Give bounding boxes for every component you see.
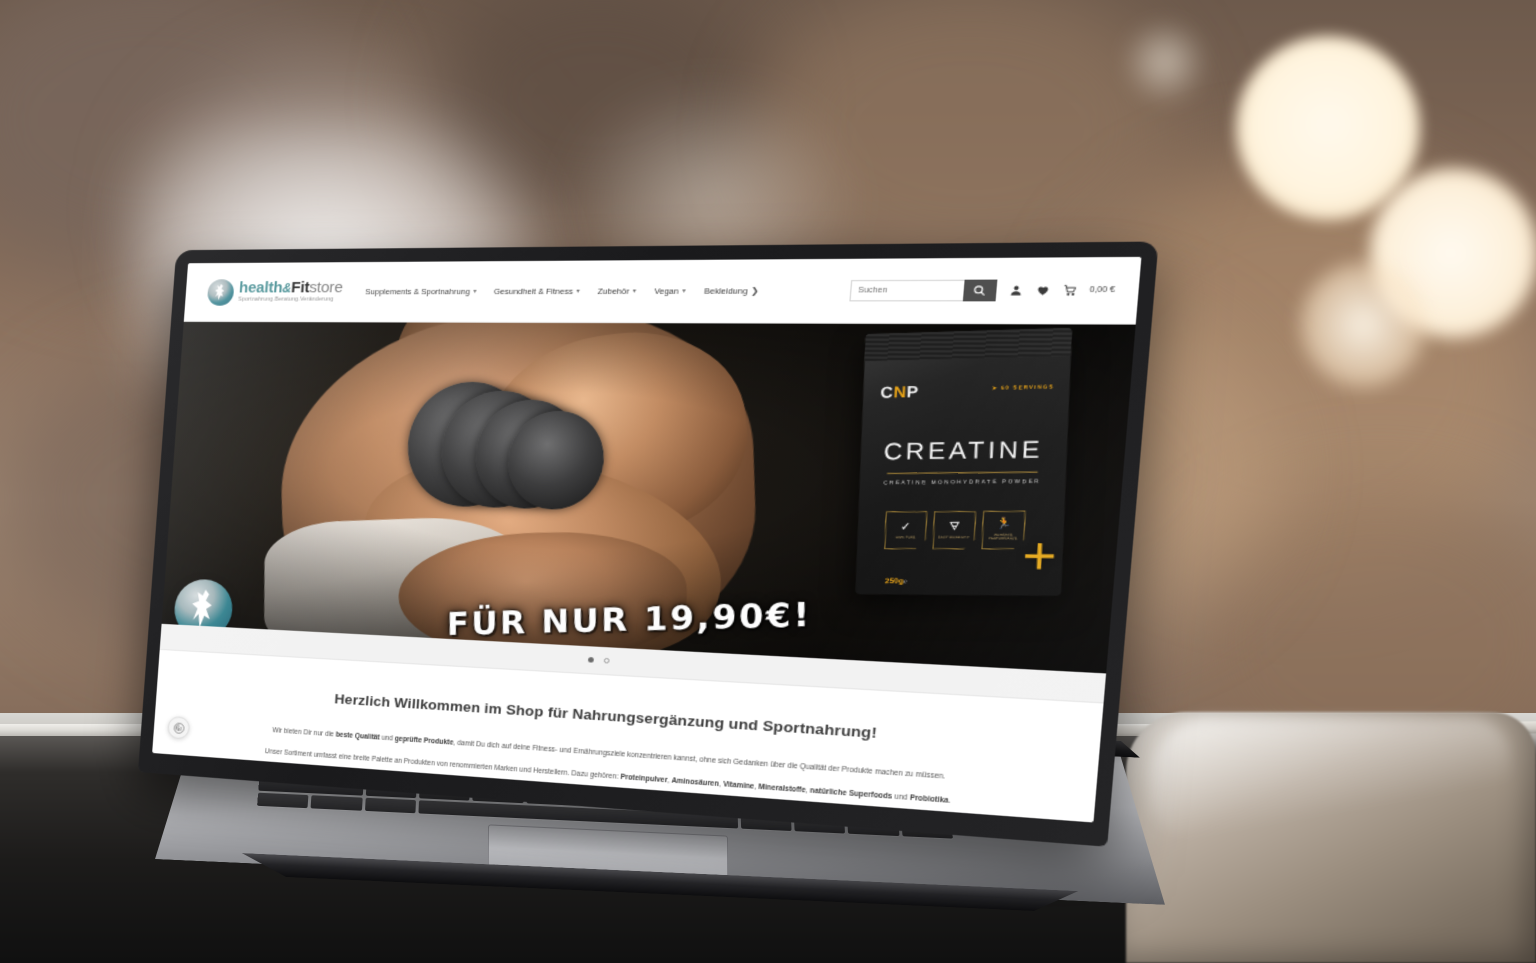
user-icon [1010,285,1021,296]
laptop-mockup-scene: health&Fitstore Sportnahrung.Beratung.Ve… [0,0,1536,963]
text-fragment: und [891,793,911,803]
badge-easy-mixability: 🜃 EASY MIXABILITY [932,511,976,550]
pouch-seal [864,327,1073,362]
highlight-gepruefte-produkte: geprüfte Produkte [394,735,454,747]
badge-label: 100% PURE [895,535,916,539]
logo-word-store: store [308,279,344,297]
product-category: Probiotika [909,794,949,806]
check-icon: ✓ [900,520,912,534]
cart-icon [1062,284,1077,297]
search-icon [972,284,987,297]
laptop-lid: health&Fitstore Sportnahrung.Beratung.Ve… [138,241,1159,847]
arrow-icon: ➤ [992,384,999,391]
bokeh-light [1236,36,1420,220]
product-weight: 250g℮ [885,578,907,586]
globe-athlete-logo-icon [206,278,235,306]
brand-c: C [880,382,894,402]
estimated-sign-icon: ℮ [903,578,908,586]
search-box [848,279,997,302]
logo-text: health&Fitstore Sportnahrung.Beratung.Ve… [237,279,344,303]
nav-item-vegan[interactable]: Vegan ▾ [654,286,686,296]
laptop: health&Fitstore Sportnahrung.Beratung.Ve… [120,241,1140,852]
badge-label: EASY MIXABILITY [938,535,970,539]
brand-n: N [893,382,907,401]
logo-word-health: health [238,279,284,297]
text-fragment: . [948,797,952,806]
brand-p: P [906,382,920,401]
nav-item-gesundheit-fitness[interactable]: Gesundheit & Fitness ▾ [493,286,580,296]
site-header: health&Fitstore Sportnahrung.Beratung.Ve… [183,256,1142,325]
logo-tagline: Sportnahrung.Beratung.Veränderung [237,296,334,303]
product-badges: ✓ 100% PURE 🜃 EASY MIXABILITY 🏃 INCREASE [884,511,1026,550]
bottle-icon: 🜃 [948,520,961,534]
carousel-dot-active[interactable] [587,657,594,663]
nav-label: Vegan [653,286,680,297]
product-servings: ➤ 50 SERVINGS [992,384,1054,392]
search-input[interactable] [848,279,965,302]
wishlist-button[interactable] [1035,284,1050,297]
nav-label: Bekleidung [703,285,748,296]
logo-word-fit: Fit [290,279,310,297]
heart-icon [1037,286,1048,296]
product-title: CREATINE [883,436,1044,466]
nav-label: Zubehör [597,286,630,297]
nav-item-zubehoer[interactable]: Zubehör ▾ [597,286,636,296]
product-brand: CNP [880,382,919,401]
main-navigation: Supplements & Sportnahrung ▾ Gesundheit … [365,286,759,296]
product-pouch[interactable]: CNP ➤ 50 SERVINGS CREATINE CREATINE MONOH… [855,327,1073,596]
product-category: natürliche Superfoods [809,787,893,802]
runner-icon: 🏃 [995,518,1012,532]
product-category: Mineralstoffe [758,783,806,795]
badge-100-pure: ✓ 100% PURE [884,511,928,549]
product-category: Aminosäuren [671,777,720,789]
product-category: Proteinpulver [620,773,668,785]
site-logo[interactable]: health&Fitstore Sportnahrung.Beratung.Ve… [206,278,344,306]
website-viewport: health&Fitstore Sportnahrung.Beratung.Ve… [152,256,1142,823]
chevron-down-icon: ▾ [472,288,477,296]
bokeh-light [1300,262,1426,388]
divider [887,471,1038,475]
page-title: Herzlich Willkommen im Shop für Nahrungs… [333,690,878,742]
text-fragment: und [379,734,395,743]
product-category: Vitamine [722,781,755,792]
nav-label: Supplements & Sportnahrung [364,286,471,297]
nav-item-bekleidung[interactable]: Bekleidung ❯ [704,286,760,296]
highlight-beste-qualitaet: beste Qualität [335,731,381,742]
search-button[interactable] [962,279,997,302]
cart-total[interactable]: 0,00 € [1089,286,1115,294]
plus-icon: + [1021,525,1059,586]
account-button[interactable] [1008,284,1023,297]
fingerprint-icon [172,721,186,735]
chevron-right-icon: ❯ [750,285,760,296]
carousel-dot[interactable] [603,657,610,664]
servings-label: 50 SERVINGS [1000,383,1055,391]
chair-highlight [1150,718,1510,838]
header-actions: 0,00 € [848,279,1116,302]
product-subtitle: CREATINE MONOHYDRATE POWDER [883,478,1041,486]
chevron-down-icon: ▾ [681,288,686,295]
laptop-screen: health&Fitstore Sportnahrung.Beratung.Ve… [152,256,1142,823]
nav-label: Gesundheit & Fitness [493,286,574,297]
weight-value: 250g [884,577,904,586]
chevron-down-icon: ▾ [575,288,580,296]
text-fragment: Wir bieten Dir nur die [271,727,336,739]
chevron-down-icon: ▾ [632,288,637,295]
cart-button[interactable] [1062,284,1077,297]
bokeh-light [1120,20,1210,104]
nav-item-supplements[interactable]: Supplements & Sportnahrung ▾ [365,287,477,297]
hero-banner[interactable]: CNP ➤ 50 SERVINGS CREATINE CREATINE MONOH… [161,321,1136,674]
